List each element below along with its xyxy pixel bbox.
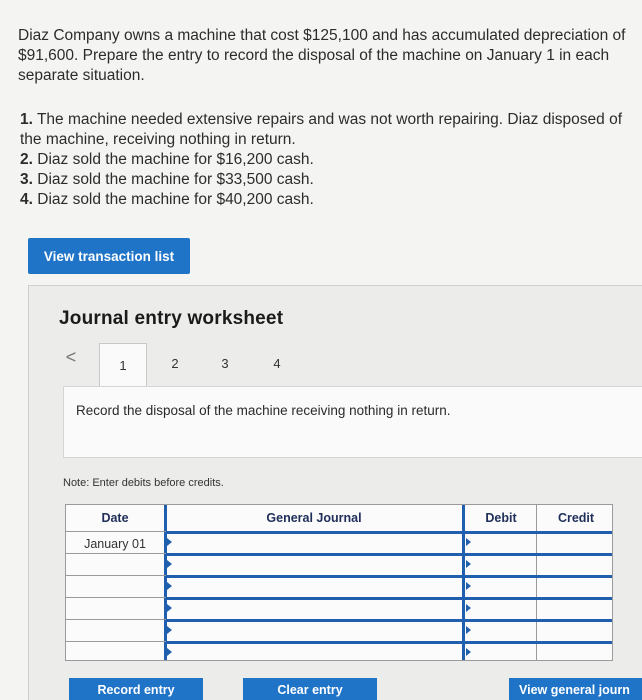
dropdown-arrow-icon[interactable] — [466, 648, 471, 656]
chevron-left-icon[interactable]: < — [63, 347, 79, 371]
clear-entry-button[interactable]: Clear entry — [243, 678, 377, 700]
tab-1[interactable]: 1 — [99, 343, 147, 387]
column-divider — [536, 505, 537, 660]
row-divider — [166, 531, 612, 534]
journal-entry-worksheet: Journal entry worksheet < 1 2 3 4 Record… — [28, 285, 642, 700]
row-divider — [166, 619, 612, 622]
tab-2[interactable]: 2 — [151, 343, 199, 383]
dropdown-arrow-icon[interactable] — [466, 560, 471, 568]
journal-table: Date General Journal Debit Credit Januar… — [65, 504, 613, 661]
requirement-2: 2. Diaz sold the machine for $16,200 cas… — [20, 151, 314, 168]
dropdown-arrow-icon[interactable] — [167, 604, 172, 612]
instruction-text: Record the disposal of the machine recei… — [76, 403, 451, 418]
note-text: Note: Enter debits before credits. — [63, 477, 224, 489]
header-credit: Credit — [557, 511, 595, 525]
dropdown-arrow-icon[interactable] — [167, 560, 172, 568]
row-divider — [166, 575, 612, 578]
row-divider — [166, 553, 612, 556]
dropdown-arrow-icon[interactable] — [167, 582, 172, 590]
tab-3[interactable]: 3 — [201, 343, 249, 383]
record-entry-button[interactable]: Record entry — [69, 678, 203, 700]
dropdown-arrow-icon[interactable] — [466, 538, 471, 546]
tab-4[interactable]: 4 — [253, 343, 301, 383]
view-general-journal-button[interactable]: View general journ — [509, 678, 642, 700]
view-transaction-list-button[interactable]: View transaction list — [28, 238, 190, 274]
header-debit: Debit — [485, 511, 517, 525]
requirement-3: 3. Diaz sold the machine for $33,500 cas… — [20, 171, 314, 188]
worksheet-title: Journal entry worksheet — [59, 308, 284, 329]
dropdown-arrow-icon[interactable] — [167, 626, 172, 634]
dropdown-arrow-icon[interactable] — [167, 648, 172, 656]
column-divider — [462, 505, 465, 660]
dropdown-arrow-icon[interactable] — [466, 582, 471, 590]
dropdown-arrow-icon[interactable] — [466, 626, 471, 634]
requirements-list: 1. The machine needed extensive repairs … — [20, 110, 640, 210]
dropdown-arrow-icon[interactable] — [466, 604, 471, 612]
date-cell[interactable]: January 01 — [66, 533, 164, 555]
row-divider — [166, 597, 612, 600]
row-divider — [166, 641, 612, 644]
problem-intro: Diaz Company owns a machine that cost $1… — [18, 27, 626, 84]
instruction-panel: Record the disposal of the machine recei… — [63, 386, 642, 458]
requirement-1: 1. The machine needed extensive repairs … — [20, 111, 622, 148]
header-general-journal: General Journal — [266, 511, 362, 525]
dropdown-arrow-icon[interactable] — [167, 538, 172, 546]
header-date: Date — [101, 511, 129, 525]
requirement-4: 4. Diaz sold the machine for $40,200 cas… — [20, 191, 314, 208]
